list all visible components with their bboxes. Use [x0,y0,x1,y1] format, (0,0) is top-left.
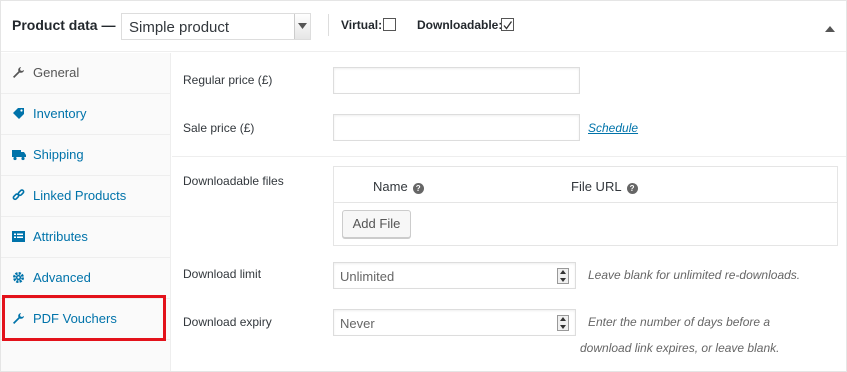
download-expiry-placeholder: Never [340,316,375,331]
downloadable-checkbox[interactable] [501,18,514,31]
file-url-column-header: File URL? [571,179,638,194]
collapse-toggle-icon[interactable] [825,20,835,35]
tab-inventory-label: Inventory [33,106,87,121]
downloadable-files-label: Downloadable files [183,174,284,188]
chevron-down-icon [294,14,310,39]
tab-attributes[interactable]: Attributes [1,217,171,258]
link-icon [12,189,25,202]
download-limit-label: Download limit [183,267,262,281]
tab-inventory[interactable]: Inventory [1,94,171,135]
schedule-link[interactable]: Schedule [588,121,638,135]
download-expiry-input[interactable]: Never [333,309,576,336]
download-expiry-label: Download expiry [183,315,272,329]
panel-title: Product data — [12,17,116,33]
tab-linked-products-label: Linked Products [33,188,127,203]
tab-advanced-label: Advanced [33,270,91,285]
checkmark-icon [503,21,513,30]
downloadable-label: Downloadable: [417,18,503,32]
virtual-checkbox[interactable] [383,18,396,31]
number-spinner-icon[interactable] [557,268,569,284]
truck-icon [12,148,26,161]
download-expiry-hint-line1: Enter the number of days before a [588,315,771,329]
regular-price-label: Regular price (£) [183,73,273,87]
virtual-label: Virtual: [341,18,383,32]
pdf-vouchers-highlight-box [2,295,166,341]
download-limit-placeholder: Unlimited [340,269,395,284]
product-type-select[interactable]: Simple product [121,13,311,40]
gear-icon [12,271,25,284]
tab-shipping-label: Shipping [33,147,84,162]
tab-general[interactable]: General [1,53,171,94]
tab-linked-products[interactable]: Linked Products [1,176,171,217]
sale-price-input[interactable] [333,114,580,141]
download-limit-hint: Leave blank for unlimited re-downloads. [588,268,801,282]
section-divider [172,156,846,157]
help-icon[interactable]: ? [626,183,638,194]
tab-shipping[interactable]: Shipping [1,135,171,176]
tab-general-label: General [33,65,80,80]
tab-attributes-label: Attributes [33,229,88,244]
files-table-header: Name? File URL? [334,167,837,203]
product-type-value: Simple product [129,19,230,36]
tag-icon [12,107,25,120]
list-icon [12,230,25,243]
header-separator [328,14,329,36]
help-icon[interactable]: ? [412,183,424,194]
name-column-header: Name? [373,179,424,194]
product-data-panel: Product data — Simple product Virtual: D… [0,0,847,372]
panel-header: Product data — Simple product Virtual: D… [1,1,846,52]
download-limit-input[interactable]: Unlimited [333,262,576,289]
tab-advanced[interactable]: Advanced [1,258,171,299]
number-spinner-icon[interactable] [557,315,569,331]
sale-price-label: Sale price (£) [183,121,255,135]
add-file-button[interactable]: Add File [342,210,411,238]
download-expiry-hint-line2: download link expires, or leave blank. [580,341,780,355]
wrench-icon [12,66,25,79]
downloadable-files-table: Name? File URL? Add File [333,166,838,246]
regular-price-input[interactable] [333,67,580,94]
